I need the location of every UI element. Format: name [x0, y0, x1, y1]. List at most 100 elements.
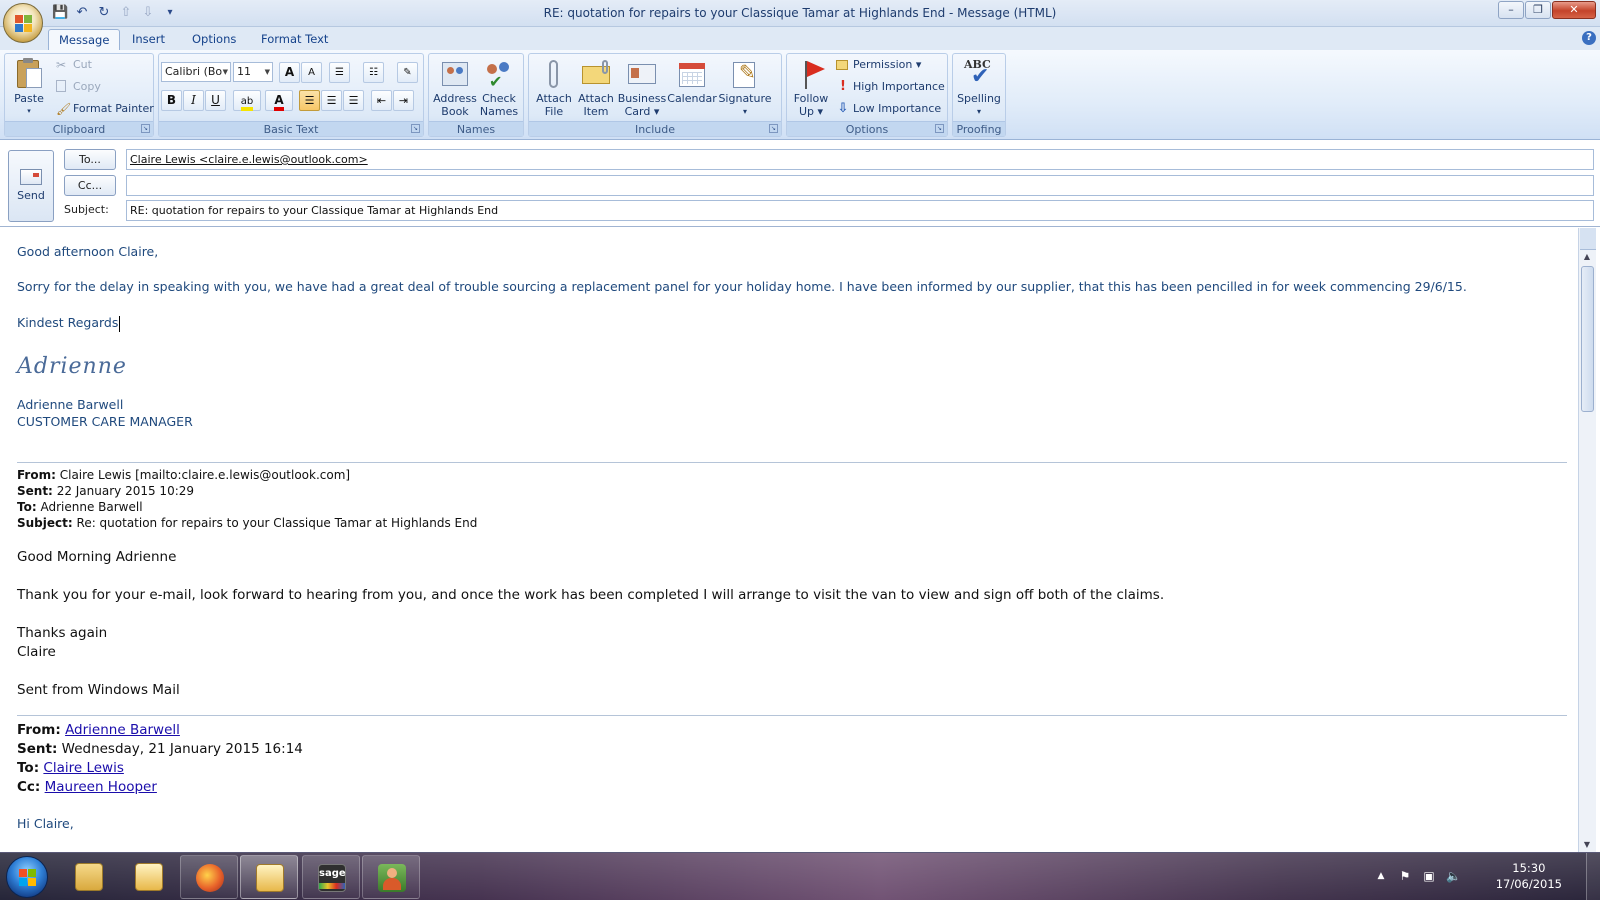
signature-name: Adrienne Barwell	[17, 397, 124, 412]
taskbar-explorer[interactable]	[60, 855, 118, 899]
quoted2-cc: Cc: Maureen Hooper	[17, 779, 157, 795]
to-recipient[interactable]: Claire Lewis <claire.e.lewis@outlook.com…	[130, 153, 368, 166]
low-importance-button[interactable]: ⇩ Low Importance	[835, 100, 942, 118]
decrease-indent-button[interactable]: ⇤	[371, 90, 392, 111]
calendar-button[interactable]: Calendar	[667, 58, 717, 105]
office-logo-icon	[15, 15, 33, 33]
bullet-list-icon: ☰	[335, 67, 344, 78]
window-title: RE: quotation for repairs to your Classi…	[543, 6, 1057, 20]
numbered-list-icon: ☷	[369, 67, 378, 78]
quoted-to: To: Adrienne Barwell	[17, 500, 143, 514]
highlight-button[interactable]: ab	[233, 90, 261, 111]
scroll-up-icon[interactable]: ▲	[1579, 250, 1595, 264]
decrease-indent-icon: ⇤	[376, 94, 387, 107]
business-card-button[interactable]: Business Card ▾	[617, 58, 667, 118]
signature-button[interactable]: ✎ Signature ▾	[717, 58, 773, 118]
action-center-flag-icon[interactable]: ⚑	[1398, 869, 1412, 883]
send-button[interactable]: Send	[8, 150, 54, 222]
help-icon[interactable]: ?	[1582, 31, 1596, 45]
tab-format-text[interactable]: Format Text	[251, 29, 338, 51]
attach-item-button[interactable]: Attach Item	[575, 58, 617, 118]
close-button[interactable]: ✕	[1552, 1, 1596, 19]
permission-button[interactable]: Permission ▾	[835, 56, 921, 74]
cc-button[interactable]: Cc...	[64, 175, 116, 196]
check-names-button[interactable]: ✔ Check Names	[477, 58, 521, 118]
link-maureen-hooper[interactable]: Maureen Hooper	[45, 779, 157, 795]
taskbar-firefox[interactable]	[180, 855, 238, 899]
to-button[interactable]: To...	[64, 149, 116, 170]
text-cursor	[119, 315, 121, 332]
signature-title: CUSTOMER CARE MANAGER	[17, 414, 193, 429]
high-importance-button[interactable]: ! High Importance	[835, 78, 945, 96]
network-icon[interactable]: ▣	[1422, 869, 1436, 883]
maximize-button[interactable]: ❐	[1525, 1, 1551, 19]
taskbar-outlook-message[interactable]	[240, 855, 298, 899]
scroll-down-icon[interactable]: ▼	[1579, 838, 1595, 852]
font-color-button[interactable]: A	[265, 90, 293, 111]
ruler-toggle-icon[interactable]	[1580, 228, 1596, 250]
italic-button[interactable]: I	[183, 90, 204, 111]
group-label-options: Options	[787, 121, 947, 136]
include-launcher-icon[interactable]: ↘	[769, 124, 778, 133]
align-left-button[interactable]: ☰	[299, 90, 320, 111]
address-book-icon	[439, 58, 471, 90]
group-label-basic-text: Basic Text	[159, 121, 423, 136]
styles-button[interactable]: ✎	[397, 62, 418, 83]
volume-icon[interactable]: 🔈	[1446, 869, 1461, 883]
follow-up-button[interactable]: Follow Up ▾	[789, 58, 833, 118]
scroll-thumb[interactable]	[1581, 266, 1594, 412]
to-field[interactable]: Claire Lewis <claire.e.lewis@outlook.com…	[126, 149, 1594, 170]
align-center-button[interactable]: ☰	[321, 90, 342, 111]
paste-button[interactable]: Paste ▾	[9, 58, 49, 118]
copy-icon	[56, 80, 66, 92]
group-label-clipboard: Clipboard	[5, 121, 153, 136]
group-include: Attach File Attach Item Business Card ▾	[528, 53, 782, 137]
link-claire-lewis[interactable]: Claire Lewis	[43, 760, 123, 776]
clock[interactable]: 15:30 17/06/2015	[1496, 860, 1562, 892]
message-header: Send To... Cc... Subject: Claire Lewis <…	[0, 141, 1600, 227]
outlook-message-icon	[256, 864, 284, 892]
numbering-button[interactable]: ☷	[363, 62, 384, 83]
quoted-thanks: Thanks again	[17, 625, 108, 641]
quoted-sent-from: Sent from Windows Mail	[17, 682, 180, 698]
sage-icon: sage	[318, 864, 346, 892]
vertical-scrollbar[interactable]: ▲ ▼	[1578, 228, 1596, 852]
link-adrienne-barwell[interactable]: Adrienne Barwell	[65, 722, 180, 738]
basic-text-launcher-icon[interactable]: ↘	[411, 124, 420, 133]
increase-indent-button[interactable]: ⇥	[393, 90, 414, 111]
cc-field[interactable]	[126, 175, 1594, 196]
bullets-button[interactable]: ☰	[329, 62, 350, 83]
taskbar-sage[interactable]: sage	[302, 855, 360, 899]
clock-date: 17/06/2015	[1495, 877, 1562, 891]
start-button[interactable]	[6, 856, 48, 898]
spelling-button[interactable]: ABC ✔ Spelling ▾	[955, 58, 1003, 118]
subject-field[interactable]: RE: quotation for repairs to your Classi…	[126, 200, 1594, 221]
font-size-select[interactable]: 11 ▼	[233, 62, 273, 82]
cut-button[interactable]: ✂ Cut	[55, 56, 92, 74]
spell-check-icon: ABC ✔	[964, 58, 991, 89]
tab-message[interactable]: Message	[48, 29, 121, 51]
clipboard-launcher-icon[interactable]: ↘	[141, 124, 150, 133]
taskbar-outlook-inbox[interactable]	[120, 855, 178, 899]
address-book-button[interactable]: Address Book	[433, 58, 477, 118]
tab-insert[interactable]: Insert	[122, 29, 175, 51]
underline-button[interactable]: U	[205, 90, 226, 111]
group-basic-text: Calibri (Bo ▼ 11 ▼ A A ☰ ☷ ✎ B I U ab A ☰ …	[158, 53, 424, 137]
copy-button[interactable]: Copy	[55, 78, 101, 96]
message-body[interactable]: Good afternoon Claire, Sorry for the del…	[0, 228, 1578, 852]
grow-font-button[interactable]: A	[279, 62, 300, 83]
format-painter-button[interactable]: 🖌 Format Painter	[55, 100, 154, 118]
font-name-select[interactable]: Calibri (Bo ▼	[161, 62, 231, 82]
show-hidden-icons-icon[interactable]: ▲	[1374, 869, 1388, 883]
options-launcher-icon[interactable]: ↘	[935, 124, 944, 133]
show-desktop-button[interactable]	[1586, 853, 1600, 900]
check-names-icon: ✔	[483, 58, 515, 90]
taskbar-app[interactable]	[362, 855, 420, 899]
align-right-button[interactable]: ☰	[343, 90, 364, 111]
office-button[interactable]	[3, 3, 43, 43]
shrink-font-button[interactable]: A	[301, 62, 322, 83]
tab-options[interactable]: Options	[182, 29, 246, 51]
attach-file-button[interactable]: Attach File	[533, 58, 575, 118]
bold-button[interactable]: B	[161, 90, 182, 111]
minimize-button[interactable]: –	[1498, 1, 1524, 19]
